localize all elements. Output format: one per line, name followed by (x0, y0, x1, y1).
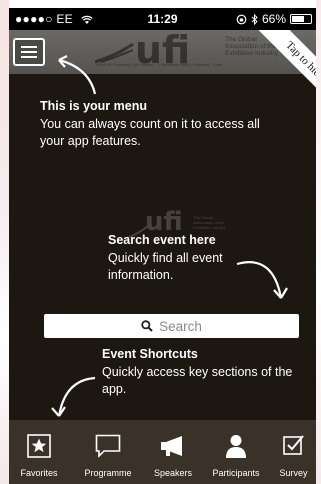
star-box-icon (27, 434, 51, 458)
rotation-lock-icon (236, 14, 247, 24)
search-input[interactable]: Search (44, 314, 299, 338)
speech-bubble-icon (95, 434, 121, 458)
battery-icon (290, 14, 312, 24)
menu-button[interactable] (13, 38, 45, 66)
page-frame-top (9, 0, 316, 8)
tap-to-hide-label[interactable]: Tap to hide (258, 30, 316, 100)
tab-participants[interactable]: Participants (205, 420, 267, 484)
tab-label-participants: Participants (212, 468, 260, 478)
tap-to-hide-corner[interactable]: Tap to hide (246, 30, 316, 100)
background-logo-tagline: The Global Association of the Exhibition… (193, 215, 226, 230)
tab-label-speakers: Speakers (153, 468, 193, 478)
tab-survey[interactable]: Survey (271, 420, 316, 484)
tab-favorites[interactable]: Favorites (9, 420, 69, 484)
menu-tip-text: You can always count on it to access all… (40, 117, 260, 148)
tab-label-favorites: Favorites (20, 468, 58, 478)
tab-label-survey: Survey (279, 468, 308, 478)
app-screen: ●●●●○ EE 11:29 66% ufi The Global Associ… (9, 8, 316, 484)
person-icon (226, 435, 246, 458)
megaphone-icon (161, 436, 182, 456)
tab-programme[interactable]: Programme (73, 420, 143, 484)
shortcut-tab-bar: Favorites Programme Speakers Participant… (9, 420, 316, 484)
search-tip-title: Search event here (108, 233, 216, 247)
checkbox-icon (282, 435, 304, 455)
search-icon (141, 320, 153, 332)
header-logo-subline: 83rd UFI Congress | 29 October - 1 Novem… (97, 62, 223, 67)
tab-speakers[interactable]: Speakers (145, 420, 201, 484)
status-right: 66% (236, 12, 312, 26)
battery-percent: 66% (261, 12, 286, 26)
search-tip-text: Quickly find all event information. (108, 251, 223, 282)
tab-label-programme: Programme (84, 468, 132, 478)
page-frame-left (0, 0, 9, 484)
menu-tip-title: This is your menu (40, 99, 147, 113)
search-placeholder: Search (159, 318, 202, 334)
page-frame-right (316, 0, 321, 484)
status-bar: ●●●●○ EE 11:29 66% (9, 8, 316, 30)
shortcuts-tip-title: Event Shortcuts (102, 347, 198, 361)
bluetooth-icon (251, 13, 258, 25)
shortcuts-tip-text: Quickly access key sections of the app. (102, 365, 293, 396)
